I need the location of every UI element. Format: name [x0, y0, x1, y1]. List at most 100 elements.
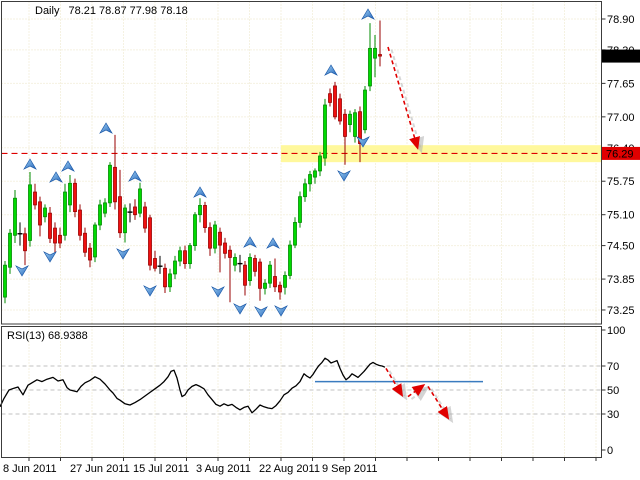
- fractal-up-icon: [194, 187, 206, 197]
- candle: [349, 111, 352, 133]
- candle: [369, 23, 372, 91]
- price-axis-label: 77.00: [607, 112, 635, 124]
- candle: [69, 175, 72, 212]
- candle: [249, 253, 252, 285]
- date-axis: 8 Jun 2011 27 Jun 201115 Jul 2011 3 Aug 20…: [3, 458, 596, 476]
- candle: [164, 264, 167, 293]
- candle: [119, 170, 122, 238]
- candle: [18, 222, 23, 245]
- rsi-axis: 1007050300: [602, 325, 626, 457]
- fractal-up-icon: [24, 159, 36, 169]
- candle: [94, 222, 97, 262]
- candle: [289, 240, 292, 279]
- price-axis-label: 78.90: [607, 14, 635, 26]
- candle: [124, 204, 127, 242]
- rsi-axis-label: 100: [607, 325, 625, 337]
- chart-title: Daily 78.21 78.87 77.98 78.18: [35, 5, 188, 17]
- price-axis-label: 73.25: [607, 305, 635, 317]
- candle: [29, 172, 32, 247]
- fractal-up-icon: [362, 9, 374, 19]
- candle: [189, 243, 192, 269]
- rsi-indicator-label: RSI(13) 68.9388: [7, 330, 88, 342]
- candle: [254, 255, 257, 277]
- candle: [309, 171, 312, 192]
- candle: [364, 86, 367, 133]
- candle: [234, 253, 237, 271]
- candle: [4, 261, 7, 303]
- candle: [329, 89, 332, 107]
- candle: [374, 35, 377, 77]
- candle: [24, 228, 27, 266]
- candle: [44, 204, 47, 222]
- fractal-down-icon: [16, 266, 28, 276]
- date-axis-label: 3 Aug 2011: [196, 463, 251, 475]
- candle: [219, 228, 222, 273]
- support-price-box: 76.29: [602, 147, 640, 161]
- candle: [49, 207, 52, 243]
- candle: [354, 109, 357, 142]
- fractal-up-icon: [129, 171, 141, 181]
- candle: [99, 200, 102, 230]
- fractal-down-icon: [255, 307, 267, 317]
- candle: [144, 202, 147, 233]
- candle: [299, 192, 302, 228]
- date-axis-label: 15 Jul 2011: [133, 463, 189, 475]
- price-axis-label: 73.85: [607, 274, 635, 286]
- candle: [59, 228, 62, 249]
- rsi-axis-label: 30: [607, 409, 619, 421]
- candlestick-chart-canvas[interactable]: 78.9078.3077.6577.0076.4075.7575.1074.50…: [0, 0, 640, 480]
- candle: [64, 184, 67, 241]
- candles-layer: [4, 21, 382, 304]
- candle: [269, 261, 272, 288]
- candle: [259, 258, 262, 300]
- timeframe-label: Daily: [35, 5, 59, 17]
- candle: [209, 222, 212, 255]
- rsi-axis-label: 0: [607, 445, 613, 457]
- candle: [264, 279, 267, 294]
- fractal-down-icon: [44, 252, 56, 262]
- ohlc-values: 78.21 78.87 77.98 78.18: [68, 5, 187, 17]
- candle: [139, 183, 142, 218]
- candle: [54, 222, 57, 253]
- date-axis-label: 27 Jun 2011: [70, 463, 130, 475]
- candle: [9, 229, 12, 274]
- candle: [89, 243, 92, 267]
- candle: [114, 135, 117, 210]
- candle: [34, 184, 37, 210]
- current-price-box-text: 78.18: [606, 51, 634, 63]
- candle: [128, 203, 133, 222]
- grid-lines: [2, 2, 602, 458]
- candle: [199, 198, 202, 222]
- candle: [174, 256, 177, 279]
- candle: [244, 261, 247, 296]
- candle: [79, 204, 82, 240]
- candle: [294, 217, 297, 248]
- candle: [109, 162, 112, 207]
- candle: [324, 99, 327, 166]
- date-axis-label: 22 Aug 2011: [259, 463, 320, 475]
- fractal-up-icon: [267, 238, 279, 248]
- candle: [14, 190, 17, 243]
- candle: [39, 197, 42, 237]
- forecast-arrows[interactable]: [386, 47, 451, 419]
- candle: [229, 246, 232, 303]
- candle: [224, 238, 227, 259]
- candle: [274, 258, 277, 291]
- date-axis-label: 9 Sep 2011: [322, 463, 377, 475]
- candle: [194, 212, 197, 251]
- candle: [238, 255, 243, 273]
- candle: [334, 82, 337, 120]
- candle: [184, 246, 187, 269]
- fractal-down-icon: [212, 287, 224, 297]
- candle: [339, 94, 342, 125]
- candle: [214, 221, 217, 253]
- price-axis-label: 77.65: [607, 78, 635, 90]
- candle: [84, 228, 87, 257]
- date-axis-label: 8 Jun 2011: [3, 463, 57, 475]
- candle: [179, 247, 182, 267]
- fractal-down-icon: [144, 286, 156, 296]
- fractal-down-icon: [234, 304, 246, 314]
- candle: [134, 199, 137, 220]
- candle: [204, 202, 207, 233]
- candle: [169, 269, 172, 292]
